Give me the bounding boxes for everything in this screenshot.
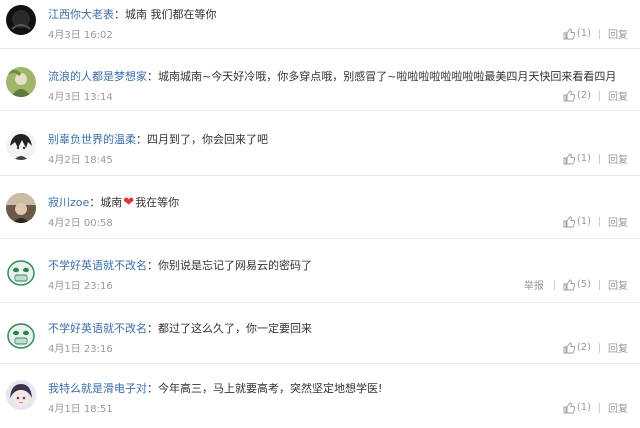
avatar[interactable] bbox=[6, 5, 36, 35]
thumbs-up-icon bbox=[563, 402, 575, 413]
comment-item: 流浪的人都是梦想家：城南城南~今天好冷哦，你多穿点哦，别感冒了~啦啦啦啦啦啦啦啦… bbox=[0, 55, 640, 117]
reply-button[interactable]: 回复 bbox=[608, 400, 628, 415]
divider bbox=[0, 48, 640, 49]
avatar[interactable] bbox=[6, 130, 36, 160]
divider bbox=[0, 238, 640, 239]
divider bbox=[0, 302, 640, 303]
reply-button[interactable]: 回复 bbox=[608, 88, 628, 103]
avatar[interactable] bbox=[6, 380, 36, 410]
username-link[interactable]: 寂川zoe bbox=[48, 196, 89, 209]
like-button[interactable]: (2) bbox=[563, 90, 591, 102]
divider bbox=[0, 363, 640, 364]
reply-button[interactable]: 回复 bbox=[608, 277, 628, 292]
thumbs-up-icon bbox=[563, 342, 575, 353]
comment-text: 城南 我们都在等你 bbox=[125, 8, 217, 21]
comment-item: 不学好英语就不改名：都过了这么久了，你一定要回来 4月1日 23:16 (2) … bbox=[0, 308, 640, 370]
like-count: (1) bbox=[576, 28, 591, 39]
username-link[interactable]: 流浪的人都是梦想家 bbox=[48, 70, 147, 83]
avatar[interactable] bbox=[6, 67, 36, 97]
comment-text: 今年高三，马上就要高考，突然坚定地想学医! bbox=[158, 382, 383, 395]
comment-text: 城南城南~今天好冷哦，你多穿点哦，别感冒了~啦啦啦啦啦啦啦啦最美四月天快回来看看… bbox=[158, 70, 617, 83]
username-link[interactable]: 我特么就是滑电子对 bbox=[48, 382, 147, 395]
like-count: (2) bbox=[576, 90, 591, 101]
comment-text: 都过了这么久了，你一定要回来 bbox=[158, 322, 312, 335]
heart-emoji: ❤ bbox=[123, 195, 135, 210]
reply-button[interactable]: 回复 bbox=[608, 26, 628, 41]
reply-button[interactable]: 回复 bbox=[608, 214, 628, 229]
thumbs-up-icon bbox=[563, 28, 575, 39]
like-count: (5) bbox=[576, 279, 591, 290]
like-count: (1) bbox=[576, 216, 591, 227]
reply-button[interactable]: 回复 bbox=[608, 151, 628, 166]
thumbs-up-icon bbox=[563, 90, 575, 101]
like-button[interactable]: (1) bbox=[563, 153, 591, 165]
comment-text: 你别说是忘记了网易云的密码了 bbox=[158, 259, 312, 272]
username-link[interactable]: 别辜负世界的温柔 bbox=[48, 133, 136, 146]
thumbs-up-icon bbox=[563, 279, 575, 290]
comment-time: 4月1日 23:16 bbox=[48, 344, 113, 355]
avatar[interactable] bbox=[6, 257, 36, 287]
comment-time: 4月3日 13:14 bbox=[48, 92, 113, 103]
thumbs-up-icon bbox=[563, 153, 575, 164]
username-link[interactable]: 不学好英语就不改名 bbox=[48, 259, 147, 272]
comment-text-continued: 我在等你 bbox=[135, 196, 180, 209]
thumbs-up-icon bbox=[563, 216, 575, 227]
like-button[interactable]: (2) bbox=[563, 342, 591, 354]
comment-time: 4月3日 16:02 bbox=[48, 30, 113, 41]
like-button[interactable]: (1) bbox=[563, 28, 591, 40]
comment-item: 不学好英语就不改名：你别说是忘记了网易云的密码了 4月1日 23:16 举报 (… bbox=[0, 245, 640, 307]
like-count: (1) bbox=[576, 402, 591, 413]
like-count: (1) bbox=[576, 153, 591, 164]
comment-text: 四月到了，你会回来了吧 bbox=[147, 133, 268, 146]
comment-item: 我特么就是滑电子对：今年高三，马上就要高考，突然坚定地想学医! 4月1日 18:… bbox=[0, 366, 640, 428]
like-button[interactable]: (5) bbox=[563, 279, 591, 291]
comment-list: 江西你大老表：城南 我们都在等你 4月3日 16:02 (1) 回复 流浪的人都… bbox=[0, 0, 640, 425]
avatar[interactable] bbox=[6, 320, 36, 350]
comment-time: 4月2日 00:58 bbox=[48, 218, 113, 229]
comment-text: 城南 bbox=[100, 196, 123, 209]
report-button[interactable]: 举报 bbox=[524, 277, 544, 292]
like-button[interactable]: (1) bbox=[563, 402, 591, 414]
comment-time: 4月1日 18:51 bbox=[48, 404, 113, 415]
like-button[interactable]: (1) bbox=[563, 216, 591, 228]
like-count: (2) bbox=[576, 342, 591, 353]
comment-item: 江西你大老表：城南 我们都在等你 4月3日 16:02 (1) 回复 bbox=[0, 0, 640, 62]
username-link[interactable]: 江西你大老表 bbox=[48, 8, 114, 21]
username-link[interactable]: 不学好英语就不改名 bbox=[48, 322, 147, 335]
divider bbox=[0, 175, 640, 176]
avatar[interactable] bbox=[6, 193, 36, 223]
comment-item: 别辜负世界的温柔：四月到了，你会回来了吧 4月2日 18:45 (1) 回复 bbox=[0, 117, 640, 179]
comment-time: 4月2日 18:45 bbox=[48, 155, 113, 166]
comment-item: 寂川zoe：城南❤我在等你 4月2日 00:58 (1) 回复 bbox=[0, 182, 640, 244]
divider bbox=[0, 110, 640, 111]
reply-button[interactable]: 回复 bbox=[608, 340, 628, 355]
comment-time: 4月1日 23:16 bbox=[48, 281, 113, 292]
